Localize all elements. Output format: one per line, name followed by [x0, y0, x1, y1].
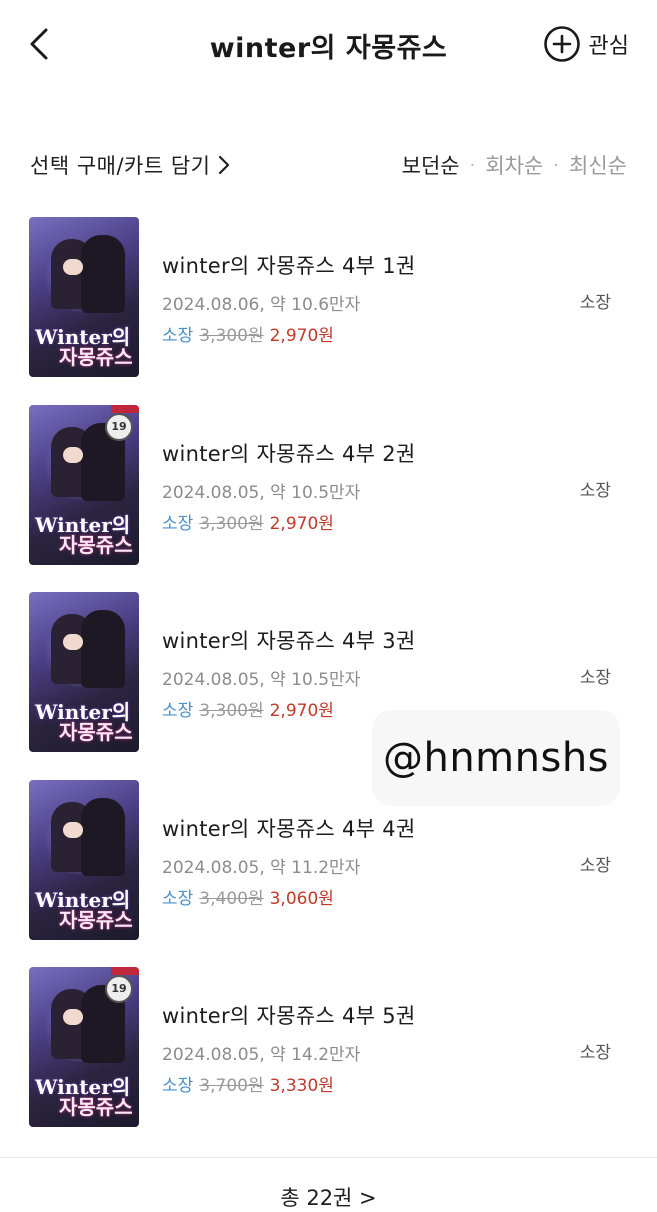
- chevron-right-icon: [218, 155, 229, 175]
- owned-status: 소장: [579, 293, 611, 313]
- original-price: 3,300원: [199, 326, 264, 346]
- item-price: 소장 3,400원 3,060원: [162, 884, 334, 909]
- price-label: 소장: [162, 701, 194, 721]
- item-meta: 2024.08.05, 약 14.2만자: [162, 1045, 361, 1065]
- owned-status: 소장: [579, 1043, 611, 1063]
- watermark-label: @hnmnshs: [372, 710, 620, 806]
- item-title: winter의 자몽쥬스 4부 2권: [162, 441, 416, 466]
- list-item[interactable]: Winter의 자몽쥬스 winter의 자몽쥬스 4부 1권 2024.08.…: [0, 217, 657, 405]
- book-cover: Winter의 자몽쥬스: [29, 592, 139, 752]
- cover-title-line2: 자몽쥬스: [59, 532, 133, 557]
- sort-option-latest[interactable]: 최신순: [569, 150, 627, 180]
- sale-price: 2,970원: [269, 326, 334, 346]
- divider: [0, 1157, 657, 1158]
- age-rating-badge: 19: [105, 412, 133, 441]
- price-label: 소장: [162, 1076, 194, 1096]
- item-meta: 2024.08.05, 약 10.5만자: [162, 482, 361, 503]
- owned-status: 소장: [579, 480, 611, 501]
- volume-list: Winter의 자몽쥬스 winter의 자몽쥬스 4부 1권 2024.08.…: [0, 217, 657, 1155]
- cover-title-line2: 자몽쥬스: [59, 345, 133, 369]
- item-price: 소장 3,300원 2,970원: [162, 696, 334, 721]
- item-price: 소장 3,300원 2,970원: [162, 321, 334, 346]
- sort-option-episode[interactable]: 회차순: [485, 150, 543, 180]
- plus-circle-icon: [543, 26, 580, 62]
- cover-title-line2: 자몽쥬스: [59, 720, 133, 744]
- list-item[interactable]: 19 Winter의 자몽쥬스 winter의 자몽쥬스 4부 5권 2024.…: [0, 967, 657, 1155]
- sort-separator: ·: [469, 154, 476, 176]
- favorite-label: 관심: [588, 34, 629, 59]
- select-buy-cart-button[interactable]: 선택 구매/카트 담기: [30, 150, 231, 180]
- list-toolbar: 선택 구매/카트 담기 보던순 · 회차순 · 최신순: [0, 146, 657, 186]
- owned-status: 소장: [579, 668, 611, 688]
- book-cover: 19 Winter의 자몽쥬스: [29, 967, 139, 1127]
- item-title: winter의 자몽쥬스 4부 4권: [162, 816, 416, 841]
- sale-price: 3,330원: [269, 1076, 334, 1096]
- item-meta: 2024.08.05, 약 11.2만자: [162, 857, 361, 878]
- item-meta: 2024.08.06, 약 10.6만자: [162, 295, 361, 315]
- item-title: winter의 자몽쥬스 4부 1권: [162, 254, 416, 278]
- item-price: 소장 3,300원 2,970원: [162, 509, 334, 534]
- original-price: 3,400원: [199, 888, 264, 909]
- item-title: winter의 자몽쥬스 4부 5권: [162, 1004, 416, 1028]
- sale-price: 2,970원: [269, 513, 334, 534]
- price-label: 소장: [162, 513, 194, 534]
- original-price: 3,300원: [199, 513, 264, 534]
- sort-options: 보던순 · 회차순 · 최신순: [402, 150, 627, 180]
- favorite-button[interactable]: 관심: [543, 24, 629, 64]
- sale-price: 2,970원: [269, 701, 334, 721]
- book-cover: Winter의 자몽쥬스: [29, 779, 139, 940]
- list-item[interactable]: Winter의 자몽쥬스 winter의 자몽쥬스 4부 4권 2024.08.…: [0, 779, 657, 968]
- sort-separator: ·: [553, 154, 560, 176]
- list-item[interactable]: 19 Winter의 자몽쥬스 winter의 자몽쥬스 4부 2권 2024.…: [0, 404, 657, 593]
- cover-title-line2: 자몽쥬스: [59, 907, 133, 932]
- price-label: 소장: [162, 888, 194, 909]
- book-cover: Winter의 자몽쥬스: [29, 217, 139, 377]
- cover-title-line2: 자몽쥬스: [59, 1095, 133, 1119]
- age-rating-badge: 19: [105, 975, 133, 1003]
- sort-option-viewed[interactable]: 보던순: [402, 150, 460, 180]
- item-meta: 2024.08.05, 약 10.5만자: [162, 670, 361, 690]
- book-cover: 19 Winter의 자몽쥬스: [29, 404, 139, 565]
- more-volumes-button[interactable]: 총 22권 >: [0, 1182, 657, 1212]
- item-title: winter의 자몽쥬스 4부 3권: [162, 629, 416, 653]
- item-price: 소장 3,700원 3,330원: [162, 1071, 334, 1096]
- select-buy-label: 선택 구매/카트 담기: [30, 154, 211, 178]
- price-label: 소장: [162, 326, 194, 346]
- header: winter의 자몽쥬스 관심: [0, 0, 657, 90]
- original-price: 3,300원: [199, 701, 264, 721]
- sale-price: 3,060원: [269, 888, 334, 909]
- owned-status: 소장: [579, 855, 611, 876]
- original-price: 3,700원: [199, 1076, 264, 1096]
